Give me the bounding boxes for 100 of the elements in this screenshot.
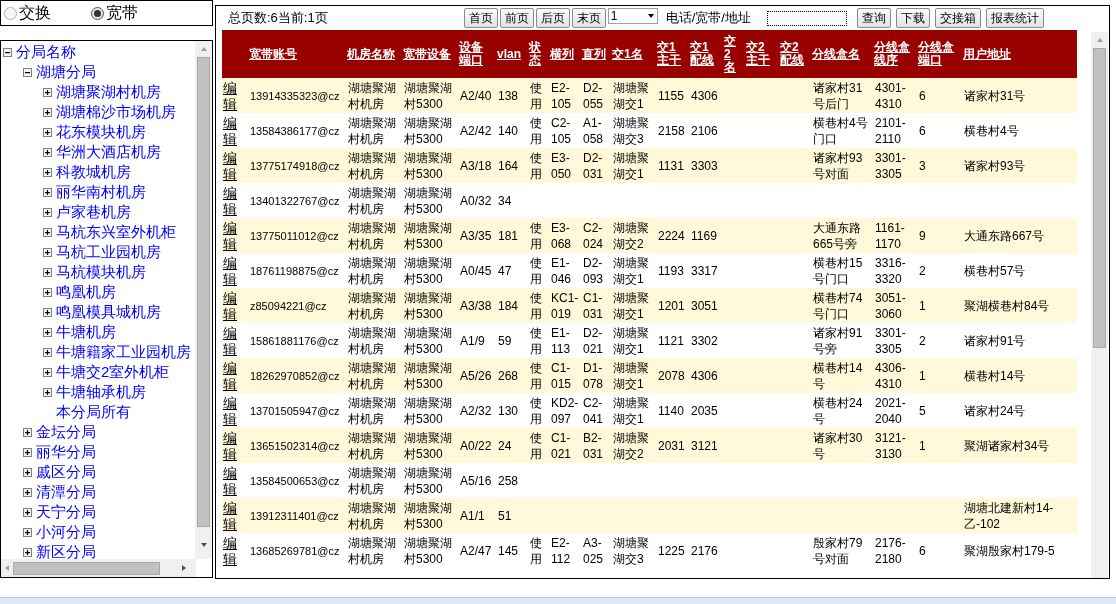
- edit-link[interactable]: 编辑: [223, 219, 239, 252]
- tree-item[interactable]: 丽华南村机房: [56, 182, 146, 202]
- expand-icon[interactable]: [43, 347, 52, 357]
- expand-icon[interactable]: [23, 467, 32, 477]
- tree-item[interactable]: 牛塘籍家工业园机房: [56, 342, 191, 362]
- column-header[interactable]: 直列: [582, 47, 608, 61]
- column-header[interactable]: 横列: [550, 47, 578, 61]
- tree-item[interactable]: 牛塘交2室外机柜: [56, 362, 170, 382]
- edit-link[interactable]: 编辑: [223, 394, 239, 427]
- column-header[interactable]: 机房名称: [347, 47, 399, 61]
- vertical-scrollbar[interactable]: [1091, 32, 1108, 578]
- expand-icon[interactable]: [43, 367, 52, 377]
- expand-icon[interactable]: [23, 527, 32, 537]
- column-header[interactable]: 交2配线: [780, 41, 808, 67]
- column-header[interactable]: 分线盒线序: [874, 41, 914, 67]
- expand-icon[interactable]: [23, 507, 32, 517]
- expand-icon[interactable]: [43, 387, 52, 397]
- expand-icon[interactable]: [43, 327, 52, 337]
- expand-icon[interactable]: [23, 427, 32, 437]
- toolbar-button[interactable]: 交接箱: [934, 8, 981, 28]
- tree-item[interactable]: 戚区分局: [36, 462, 96, 482]
- tree-item[interactable]: 小河分局: [36, 522, 96, 542]
- edit-link[interactable]: 编辑: [223, 149, 239, 182]
- expand-icon[interactable]: [43, 187, 52, 197]
- toolbar-button[interactable]: 下载: [895, 8, 930, 28]
- tree-item[interactable]: 科教城机房: [56, 162, 131, 182]
- tree-item[interactable]: 天宁分局: [36, 502, 96, 522]
- dropdown-icon[interactable]: [646, 12, 655, 20]
- edit-link[interactable]: 编辑: [223, 324, 239, 357]
- toolbar-button[interactable]: 报表统计: [985, 8, 1044, 28]
- toolbar-button[interactable]: 首页: [463, 8, 498, 28]
- tree-item[interactable]: 花东模块机房: [56, 122, 146, 142]
- horizontal-scrollbar[interactable]: [1, 559, 196, 577]
- column-header[interactable]: vlan: [497, 47, 525, 61]
- tree-item[interactable]: 华洲大酒店机房: [56, 142, 161, 162]
- expand-icon[interactable]: [23, 487, 32, 497]
- expand-icon[interactable]: [23, 547, 32, 557]
- toolbar-button[interactable]: 后页: [535, 8, 570, 28]
- tree-item[interactable]: 马杭工业园机房: [56, 242, 161, 262]
- tree-item[interactable]: 湖塘棉沙市场机房: [56, 102, 176, 122]
- tree-item[interactable]: 本分局所有: [56, 402, 131, 422]
- column-header[interactable]: 分线盒端口: [918, 41, 959, 67]
- expand-icon[interactable]: [43, 147, 52, 157]
- tree-item[interactable]: 马杭东兴室外机柜: [56, 222, 176, 242]
- expand-icon[interactable]: [23, 447, 32, 457]
- scroll-right-icon[interactable]: [180, 564, 188, 572]
- expand-icon[interactable]: [43, 107, 52, 117]
- tree-item[interactable]: 卢家巷机房: [56, 202, 131, 222]
- expand-icon[interactable]: [43, 87, 52, 97]
- edit-link[interactable]: 编辑: [223, 464, 239, 497]
- search-field[interactable]: [766, 10, 847, 26]
- expand-icon[interactable]: [43, 207, 52, 217]
- expand-icon[interactable]: [43, 307, 52, 317]
- collapse-icon[interactable]: [23, 67, 32, 77]
- expand-icon[interactable]: [43, 167, 52, 177]
- expand-icon[interactable]: [43, 227, 52, 237]
- expand-icon[interactable]: [43, 267, 52, 277]
- collapse-icon[interactable]: [3, 47, 12, 57]
- edit-link[interactable]: 编辑: [223, 114, 239, 147]
- vertical-scrollbar[interactable]: [195, 41, 212, 559]
- column-header[interactable]: 交2主干: [746, 41, 776, 67]
- column-header[interactable]: 宽带账号: [249, 47, 343, 61]
- tree-item[interactable]: 牛塘机房: [56, 322, 116, 342]
- radio-button[interactable]: [91, 6, 104, 20]
- column-header[interactable]: 交1主干: [657, 41, 686, 67]
- edit-link[interactable]: 编辑: [223, 79, 239, 112]
- column-header[interactable]: 设备端口: [459, 41, 493, 67]
- edit-link[interactable]: 编辑: [223, 429, 239, 462]
- column-header[interactable]: 宽带设备: [403, 47, 455, 61]
- toolbar-button[interactable]: 前页: [499, 8, 534, 28]
- tree-item[interactable]: 清潭分局: [36, 482, 96, 502]
- tree-item[interactable]: 鸣凰机房: [56, 282, 116, 302]
- radio-button[interactable]: [4, 6, 17, 20]
- tree-item[interactable]: 牛塘轴承机房: [56, 382, 146, 402]
- column-header[interactable]: 交1配线: [690, 41, 720, 67]
- expand-icon[interactable]: [43, 247, 52, 257]
- edit-link[interactable]: 编辑: [223, 499, 239, 532]
- tree-item[interactable]: 湖塘聚湖村机房: [56, 82, 161, 102]
- column-header[interactable]: 状态: [529, 41, 546, 67]
- expand-icon[interactable]: [43, 127, 52, 137]
- edit-link[interactable]: 编辑: [223, 254, 239, 287]
- column-header[interactable]: 交1名: [612, 47, 653, 61]
- toolbar-button[interactable]: 末页: [571, 8, 606, 28]
- column-header[interactable]: 分线盒名: [812, 47, 870, 61]
- tree-item[interactable]: 丽华分局: [36, 442, 96, 462]
- tree-item[interactable]: 金坛分局: [36, 422, 96, 442]
- tree-item[interactable]: 新区分局: [36, 542, 96, 559]
- tree-item[interactable]: 湖塘分局: [36, 62, 96, 82]
- toolbar-button[interactable]: 查询: [856, 8, 891, 28]
- column-header[interactable]: 用户地址: [963, 47, 1075, 61]
- tree-item[interactable]: 马杭模块机房: [56, 262, 146, 282]
- edit-link[interactable]: 编辑: [223, 289, 239, 322]
- tree-item[interactable]: 分局名称: [16, 42, 76, 62]
- page-select[interactable]: 1: [607, 8, 658, 24]
- scroll-down-icon[interactable]: [199, 541, 208, 549]
- column-header[interactable]: 交2名: [724, 34, 742, 74]
- expand-icon[interactable]: [43, 287, 52, 297]
- edit-link[interactable]: 编辑: [223, 534, 239, 567]
- edit-link[interactable]: 编辑: [223, 359, 239, 392]
- edit-link[interactable]: 编辑: [223, 184, 239, 217]
